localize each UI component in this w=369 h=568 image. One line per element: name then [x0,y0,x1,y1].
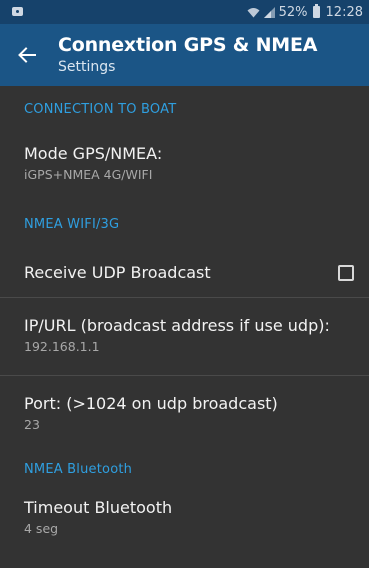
pref-title: Receive UDP Broadcast [24,263,211,282]
pref-ip-url[interactable]: IP/URL (broadcast address if use udp): 1… [0,298,369,375]
signal-icon [263,6,275,18]
status-bar: 52% 12:28 [0,0,369,24]
battery-icon [312,4,320,18]
pref-title: Port: (>1024 on udp broadcast) [24,394,278,413]
pref-summary: 4 seg [24,521,59,536]
clock: 12:28 [325,4,363,20]
pref-timeout-bluetooth[interactable]: Timeout Bluetooth 4 seg [0,494,369,554]
battery-percent: 52% [278,4,308,20]
pref-receive-udp-broadcast[interactable]: Receive UDP Broadcast [0,249,369,297]
back-button[interactable] [0,24,50,86]
pref-summary: 192.168.1.1 [24,339,100,354]
pref-title: IP/URL (broadcast address if use udp): [24,316,330,335]
pref-summary: iGPS+NMEA 4G/WIFI [24,167,153,182]
pref-summary: 23 [24,417,40,432]
notification-icon [12,6,23,16]
section-header-connection: CONNECTION TO BOAT [24,102,177,117]
pref-title: Timeout Bluetooth [24,498,173,517]
page-title: Connextion GPS & NMEA [58,34,318,56]
wifi-icon [247,7,260,17]
udp-broadcast-checkbox[interactable] [338,265,354,281]
section-header-wifi: NMEA WIFI/3G [24,217,120,232]
pref-title: Mode GPS/NMEA: [24,144,163,163]
section-header-bluetooth: NMEA Bluetooth [24,462,133,477]
pref-port[interactable]: Port: (>1024 on udp broadcast) 23 [0,376,369,450]
page-subtitle: Settings [58,59,116,75]
arrow-left-icon [18,47,36,63]
pref-mode-gps-nmea[interactable]: Mode GPS/NMEA: iGPS+NMEA 4G/WIFI [0,134,369,204]
settings-list: CONNECTION TO BOAT Mode GPS/NMEA: iGPS+N… [0,86,369,554]
app-bar: Connextion GPS & NMEA Settings [0,24,369,86]
